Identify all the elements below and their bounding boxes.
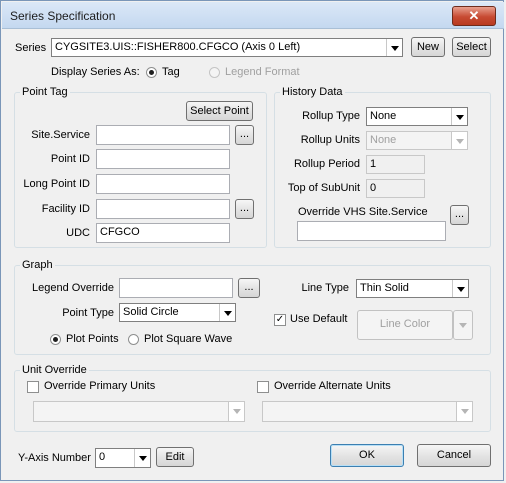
- override-alternate-units-checkbox[interactable]: [257, 381, 269, 393]
- long-point-id-field[interactable]: [96, 174, 230, 194]
- rollup-units-value: None: [370, 134, 397, 146]
- chevron-down-icon: [228, 402, 244, 421]
- udc-field[interactable]: CFGCO: [96, 223, 230, 243]
- display-as-label: Display Series As:: [51, 66, 140, 78]
- override-primary-units-checkbox[interactable]: [27, 381, 39, 393]
- point-type-value: Solid Circle: [123, 306, 179, 318]
- y-axis-number-value: 0: [99, 451, 106, 463]
- use-default-label: Use Default: [290, 313, 348, 325]
- override-vhs-field[interactable]: [297, 221, 446, 241]
- chevron-down-icon: [386, 39, 402, 56]
- override-primary-units-label: Override Primary Units: [44, 380, 156, 392]
- chevron-down-icon: [219, 304, 235, 321]
- plot-points-label: Plot Points: [66, 333, 119, 345]
- close-button[interactable]: ✕: [452, 6, 496, 26]
- graph-group-label: Graph: [20, 259, 55, 271]
- site-service-field[interactable]: [96, 125, 230, 145]
- edit-button[interactable]: Edit: [156, 447, 194, 467]
- chevron-down-icon: [452, 280, 468, 297]
- line-type-value: Thin Solid: [360, 282, 409, 294]
- chevron-down-icon: [451, 132, 467, 149]
- rollup-period-field[interactable]: 1: [366, 155, 425, 174]
- checkmark-icon: ✓: [275, 314, 285, 325]
- udc-label: UDC: [66, 227, 90, 239]
- plot-square-wave-label: Plot Square Wave: [144, 333, 233, 345]
- y-axis-number-label: Y-Axis Number: [18, 452, 91, 464]
- series-label: Series: [15, 42, 47, 54]
- top-of-subunit-label: Top of SubUnit: [287, 182, 360, 194]
- override-vhs-label: Override VHS Site.Service: [298, 206, 428, 218]
- window-title: Series Specification: [10, 9, 116, 23]
- chevron-down-icon: [451, 108, 467, 125]
- legend-override-field[interactable]: [119, 278, 233, 298]
- override-vhs-browse-button[interactable]: ...: [450, 205, 469, 225]
- override-alternate-units-label: Override Alternate Units: [274, 380, 391, 392]
- line-type-label: Line Type: [301, 282, 349, 294]
- rollup-type-select[interactable]: None: [366, 107, 468, 126]
- tag-radio-label: Tag: [162, 66, 180, 78]
- top-of-subunit-field[interactable]: 0: [366, 179, 425, 198]
- legend-format-radio[interactable]: [209, 67, 220, 78]
- rollup-type-value: None: [370, 110, 397, 122]
- legend-override-label: Legend Override: [32, 282, 114, 294]
- primary-units-select[interactable]: [33, 401, 245, 422]
- site-service-label: Site.Service: [31, 129, 90, 141]
- tag-radio[interactable]: [146, 67, 157, 78]
- chevron-down-icon: [456, 402, 472, 421]
- rollup-units-select[interactable]: None: [366, 131, 468, 150]
- legend-format-label: Legend Format: [225, 66, 300, 78]
- site-service-browse-button[interactable]: ...: [235, 125, 254, 145]
- ok-button[interactable]: OK: [330, 444, 404, 467]
- select-button[interactable]: Select: [452, 37, 491, 57]
- chevron-down-icon: [134, 449, 150, 467]
- history-data-group-label: History Data: [280, 86, 345, 98]
- rollup-units-label: Rollup Units: [300, 134, 360, 146]
- line-type-select[interactable]: Thin Solid: [356, 279, 469, 298]
- rollup-type-label: Rollup Type: [302, 110, 360, 122]
- y-axis-number-select[interactable]: 0: [95, 448, 151, 468]
- plot-points-radio[interactable]: [50, 334, 61, 345]
- facility-id-field[interactable]: [96, 199, 230, 219]
- long-point-id-label: Long Point ID: [23, 178, 90, 190]
- use-default-checkbox[interactable]: ✓: [274, 314, 286, 326]
- series-select[interactable]: CYGSITE3.UIS::FISHER800.CFGCO (Axis 0 Le…: [51, 38, 403, 57]
- point-tag-group-label: Point Tag: [20, 86, 70, 98]
- point-type-select[interactable]: Solid Circle: [119, 303, 236, 322]
- point-id-field[interactable]: [96, 149, 230, 169]
- line-color-button[interactable]: Line Color: [357, 310, 453, 340]
- cancel-button[interactable]: Cancel: [417, 444, 491, 467]
- plot-square-wave-radio[interactable]: [128, 334, 139, 345]
- alternate-units-select[interactable]: [262, 401, 473, 422]
- point-id-label: Point ID: [50, 153, 90, 165]
- series-select-value: CYGSITE3.UIS::FISHER800.CFGCO (Axis 0 Le…: [55, 41, 301, 53]
- point-type-label: Point Type: [62, 307, 114, 319]
- facility-id-browse-button[interactable]: ...: [235, 199, 254, 219]
- line-color-dropdown-button[interactable]: [453, 310, 473, 340]
- chevron-down-icon: [459, 323, 467, 328]
- new-button[interactable]: New: [411, 37, 445, 57]
- facility-id-label: Facility ID: [41, 203, 90, 215]
- unit-override-group-label: Unit Override: [20, 364, 89, 376]
- close-icon: ✕: [468, 8, 480, 23]
- title-bar[interactable]: Series Specification ✕: [2, 2, 504, 29]
- select-point-button[interactable]: Select Point: [186, 101, 253, 121]
- rollup-period-label: Rollup Period: [293, 158, 360, 170]
- legend-override-browse-button[interactable]: ...: [238, 278, 260, 298]
